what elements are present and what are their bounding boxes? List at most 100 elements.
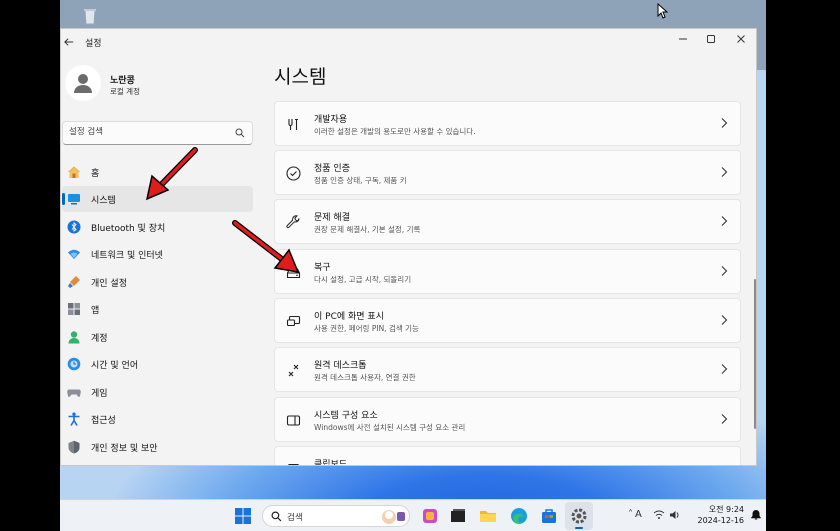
accessibility-icon <box>68 412 80 426</box>
taskbar-search-label: 검색 <box>287 513 303 523</box>
active-app-indicator <box>575 527 583 529</box>
page-title: 시스템 <box>274 66 327 88</box>
card-title: 복구 <box>314 263 331 273</box>
sidebar-item-label: 네트워크 및 인터넷 <box>91 251 163 261</box>
card-description: 권장 문제 해결사, 기본 설정, 기록 <box>314 225 421 234</box>
sidebar-item-time-language[interactable]: 시간 및 언어 <box>62 351 253 377</box>
settings-search-box[interactable] <box>62 121 253 145</box>
privacy-shield-icon <box>68 440 80 454</box>
sidebar-item-label: 계정 <box>91 334 108 344</box>
file-explorer-icon[interactable] <box>478 506 498 526</box>
clock-date[interactable]: 2024-12-16 <box>688 516 745 525</box>
bluetooth-icon <box>67 220 81 234</box>
sidebar-item-privacy[interactable]: 개인 정보 및 보안 <box>62 434 253 460</box>
settings-search-input[interactable] <box>69 127 229 137</box>
home-icon <box>68 166 80 178</box>
sidebar-item-home[interactable]: 홈 <box>62 159 253 185</box>
apps-icon <box>68 303 80 315</box>
clipboard-icon <box>288 463 299 465</box>
network-icon <box>68 249 80 259</box>
accounts-icon <box>68 331 80 344</box>
recycle-bin-icon[interactable] <box>80 6 100 26</box>
taskbar-search-box[interactable]: 검색 <box>262 505 410 527</box>
settings-window: 설정 노란콩 로컬 계정 홈 <box>60 28 757 466</box>
card-description: 정품 인증 상태, 구독, 제품 키 <box>314 176 407 185</box>
chevron-right-icon <box>721 216 728 226</box>
card-recovery[interactable]: 복구 다시 설정, 고급 시작, 되돌리기 <box>274 249 741 294</box>
avatar[interactable] <box>65 65 101 101</box>
sidebar-item-label: 개인 정보 및 보안 <box>91 444 158 454</box>
sidebar-item-label: Bluetooth 및 장치 <box>91 224 166 234</box>
clock-time[interactable]: 오전 9:24 <box>700 504 744 515</box>
tray-chevron-up-icon[interactable]: ˄ <box>628 509 633 520</box>
card-title: 정품 인증 <box>314 164 350 174</box>
card-developer[interactable]: 개발자용 이러한 설정은 개발의 용도로만 사용할 수 있습니다. <box>274 101 741 146</box>
user-avatar-icon <box>74 74 92 93</box>
copilot-icon[interactable] <box>420 506 440 526</box>
project-screen-icon <box>286 315 301 327</box>
card-system-components[interactable]: 시스템 구성 요소 Windows에 사전 설치된 시스템 구성 요소 관리 <box>274 397 741 442</box>
sidebar-item-label: 시간 및 언어 <box>91 361 139 371</box>
chevron-right-icon <box>721 315 728 325</box>
search-icon[interactable] <box>235 128 245 138</box>
maximize-icon <box>707 35 715 43</box>
sidebar-item-gaming[interactable]: 게임 <box>62 379 253 405</box>
notification-bell-icon[interactable] <box>750 509 762 521</box>
card-troubleshoot[interactable]: 문제 해결 권장 문제 해결사, 기본 설정, 기록 <box>274 199 741 244</box>
wrench-icon <box>286 215 300 229</box>
sidebar-item-bluetooth[interactable]: Bluetooth 및 장치 <box>62 214 253 240</box>
activation-check-icon <box>286 166 301 181</box>
card-project-to-pc[interactable]: 이 PC에 화면 표시 사용 권한, 페어링 PIN, 검색 기능 <box>274 298 741 343</box>
card-title: 문제 해결 <box>314 213 350 223</box>
sidebar-item-label: 앱 <box>91 306 100 316</box>
card-description: 사용 권한, 페어링 PIN, 검색 기능 <box>314 324 419 333</box>
system-components-icon <box>286 415 301 426</box>
taskbar-active-app[interactable] <box>565 502 593 530</box>
task-view-icon[interactable] <box>448 506 468 526</box>
scrollbar[interactable] <box>754 279 756 429</box>
search-icon <box>271 511 282 522</box>
start-windows-icon[interactable] <box>233 506 253 526</box>
card-title: 클립보드 <box>314 460 348 466</box>
settings-gear-icon <box>571 508 587 524</box>
close-button[interactable] <box>726 29 756 49</box>
minimize-button[interactable] <box>668 29 698 49</box>
sidebar-item-network[interactable]: 네트워크 및 인터넷 <box>62 241 253 267</box>
card-activation[interactable]: 정품 인증 정품 인증 상태, 구독, 제품 키 <box>274 150 741 195</box>
network-wifi-icon[interactable] <box>653 509 665 521</box>
card-description: 원격 데스크톱 사용자, 연결 권한 <box>314 373 416 382</box>
recovery-drive-icon <box>286 268 301 279</box>
sidebar-item-label: 개인 설정 <box>91 279 127 289</box>
card-clipboard[interactable]: 클립보드 <box>274 446 741 466</box>
card-title: 시스템 구성 요소 <box>314 411 378 421</box>
sidebar-item-system[interactable]: 시스템 <box>62 186 253 212</box>
card-title: 이 PC에 화면 표시 <box>314 312 384 322</box>
chevron-right-icon <box>721 266 728 276</box>
sidebar-item-personalization[interactable]: 개인 설정 <box>62 269 253 295</box>
selection-indicator <box>62 193 65 205</box>
card-remote-desktop[interactable]: 원격 데스크톱 원격 데스크톱 사용자, 연결 권한 <box>274 347 741 392</box>
card-description: Windows에 사전 설치된 시스템 구성 요소 관리 <box>314 423 466 432</box>
sidebar-item-accounts[interactable]: 계정 <box>62 324 253 350</box>
account-type: 로컬 계정 <box>110 87 140 96</box>
ime-indicator[interactable]: A <box>635 509 642 520</box>
maximize-button[interactable] <box>696 29 726 49</box>
sidebar-item-apps[interactable]: 앱 <box>62 296 253 322</box>
minimize-icon <box>679 38 687 40</box>
edge-browser-icon[interactable] <box>509 506 529 526</box>
time-language-icon <box>67 357 81 371</box>
microsoft-store-icon[interactable] <box>539 506 559 526</box>
sidebar-item-label: 시스템 <box>91 196 116 206</box>
card-description: 이러한 설정은 개발의 용도로만 사용할 수 있습니다. <box>314 127 476 136</box>
volume-icon[interactable] <box>669 509 681 521</box>
title-bar: 설정 <box>61 29 756 55</box>
taskbar: 검색 ˄ A 오전 9:24 2024-12-16 <box>60 499 766 531</box>
developer-tools-icon <box>288 118 298 130</box>
remote-desktop-icon <box>288 364 299 377</box>
back-arrow-icon[interactable] <box>64 37 74 47</box>
chevron-right-icon <box>721 167 728 177</box>
personalization-icon <box>68 276 80 288</box>
sidebar-item-accessibility[interactable]: 접근성 <box>62 406 253 432</box>
card-description: 다시 설정, 고급 시작, 되돌리기 <box>314 275 412 284</box>
chevron-right-icon <box>721 414 728 424</box>
